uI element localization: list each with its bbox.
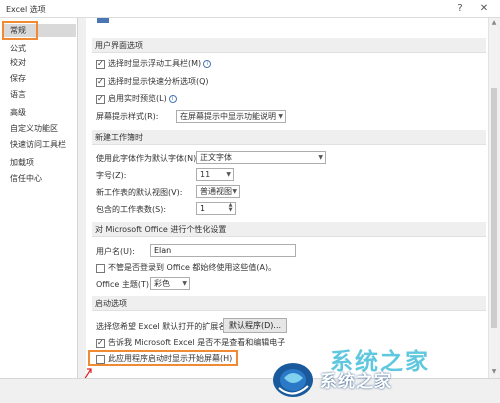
- always-use-values-checkbox[interactable]: [96, 264, 105, 273]
- start-screen-highlight: [88, 350, 238, 366]
- chevron-down-icon: ▼: [226, 171, 231, 178]
- chevron-down-icon: ▼: [232, 188, 237, 195]
- notify-default-label: 告诉我 Microsoft Excel 是否不是查看和编辑电子: [108, 338, 286, 347]
- watermark-logo-icon: [273, 363, 313, 397]
- username-input[interactable]: Elan: [150, 244, 296, 257]
- default-programs-button[interactable]: 默认程序(D)...: [223, 318, 288, 333]
- sidebar-item-advanced[interactable]: 高级: [4, 106, 76, 119]
- default-font-label: 使用此字体作为默认字体(N):: [96, 154, 199, 163]
- ui-options-header: 用户界面选项: [92, 38, 486, 53]
- screentip-style-dropdown[interactable]: 在屏幕提示中显示功能说明 ▼: [176, 110, 286, 123]
- screentip-style-value: 在屏幕提示中显示功能说明: [180, 112, 276, 121]
- title-bar: Excel 选项 ? ✕: [0, 0, 500, 18]
- info-icon: i: [168, 94, 177, 103]
- quick-analysis-checkbox[interactable]: [96, 77, 105, 87]
- watermark-bottom-text: 系统之家: [320, 372, 392, 392]
- selected-item-highlight: [2, 21, 38, 40]
- office-theme-label: Office 主题(T):: [96, 280, 152, 289]
- scroll-up-icon[interactable]: ▲: [490, 19, 498, 27]
- window-title: Excel 选项: [6, 5, 46, 14]
- sidebar: 常规 公式 校对 保存 语言 高级 自定义功能区 快速访问工具栏 加载项 信任中…: [0, 18, 78, 378]
- default-font-value: 正文字体: [200, 153, 232, 162]
- sidebar-item-save[interactable]: 保存: [4, 72, 76, 85]
- default-font-dropdown[interactable]: 正文字体 ▼: [196, 151, 326, 164]
- font-size-dropdown[interactable]: 11 ▼: [196, 168, 234, 181]
- general-section-icon: [97, 18, 109, 23]
- live-preview-label: 启用实时预览(L) i: [108, 93, 177, 105]
- vertical-scrollbar[interactable]: ▲ ▼: [488, 18, 498, 378]
- floating-toolbar-label: 选择时显示浮动工具栏(M) i: [108, 58, 212, 70]
- startup-options-header: 启动选项: [92, 296, 486, 311]
- sheet-count-value: 1: [200, 204, 206, 213]
- floating-toolbar-checkbox[interactable]: [96, 59, 105, 69]
- info-icon: i: [203, 59, 212, 68]
- sidebar-item-customize-ribbon[interactable]: 自定义功能区: [4, 122, 76, 135]
- live-preview-checkbox[interactable]: [96, 94, 105, 104]
- font-size-label: 字号(Z):: [96, 171, 127, 180]
- sidebar-item-add-ins[interactable]: 加载项: [4, 156, 76, 169]
- username-label: 用户名(U):: [96, 247, 135, 256]
- sidebar-item-proofing[interactable]: 校对: [4, 56, 76, 69]
- office-theme-value: 彩色: [154, 279, 170, 288]
- options-panel: 用户界面选项 选择时显示浮动工具栏(M)i 选择时显示快速分析选项(Q) 启用实…: [86, 18, 490, 378]
- site-watermark: 系统之家 系统之家: [270, 340, 500, 403]
- always-use-values-label: 不管是否登录到 Office 都始终使用这些值(A)。: [108, 263, 277, 272]
- default-view-dropdown[interactable]: 普通视图 ▼: [196, 185, 240, 198]
- sidebar-item-formulas[interactable]: 公式: [4, 42, 76, 55]
- font-size-value: 11: [200, 170, 211, 179]
- close-button[interactable]: ✕: [476, 1, 492, 16]
- sheet-count-label: 包含的工作表数(S):: [96, 205, 167, 214]
- office-theme-dropdown[interactable]: 彩色 ▼: [150, 277, 190, 290]
- default-view-label: 新工作表的默认视图(V):: [96, 188, 183, 197]
- spin-down-icon[interactable]: ▼: [227, 208, 234, 213]
- scrollbar-thumb[interactable]: [491, 88, 497, 328]
- sidebar-item-quick-access-toolbar[interactable]: 快速访问工具栏: [4, 138, 76, 151]
- notify-default-checkbox[interactable]: [96, 338, 105, 348]
- quick-analysis-label: 选择时显示快速分析选项(Q): [108, 77, 209, 86]
- sidebar-item-language[interactable]: 语言: [4, 88, 76, 101]
- chevron-down-icon: ▼: [318, 154, 323, 161]
- new-workbook-header: 新建工作簿时: [92, 130, 486, 145]
- default-view-value: 普通视图: [200, 187, 232, 196]
- chevron-down-icon: ▼: [278, 113, 283, 120]
- personalize-header: 对 Microsoft Office 进行个性化设置: [92, 222, 486, 237]
- screentip-style-label: 屏幕提示样式(R):: [96, 112, 159, 121]
- sheet-count-spinner[interactable]: 1 ▲ ▼: [196, 202, 236, 215]
- chevron-down-icon: ▼: [182, 280, 187, 287]
- extensions-label: 选择您希望 Excel 默认打开的扩展名:: [96, 322, 229, 331]
- sidebar-item-trust-center[interactable]: 信任中心: [4, 172, 76, 185]
- help-button[interactable]: ?: [452, 1, 468, 16]
